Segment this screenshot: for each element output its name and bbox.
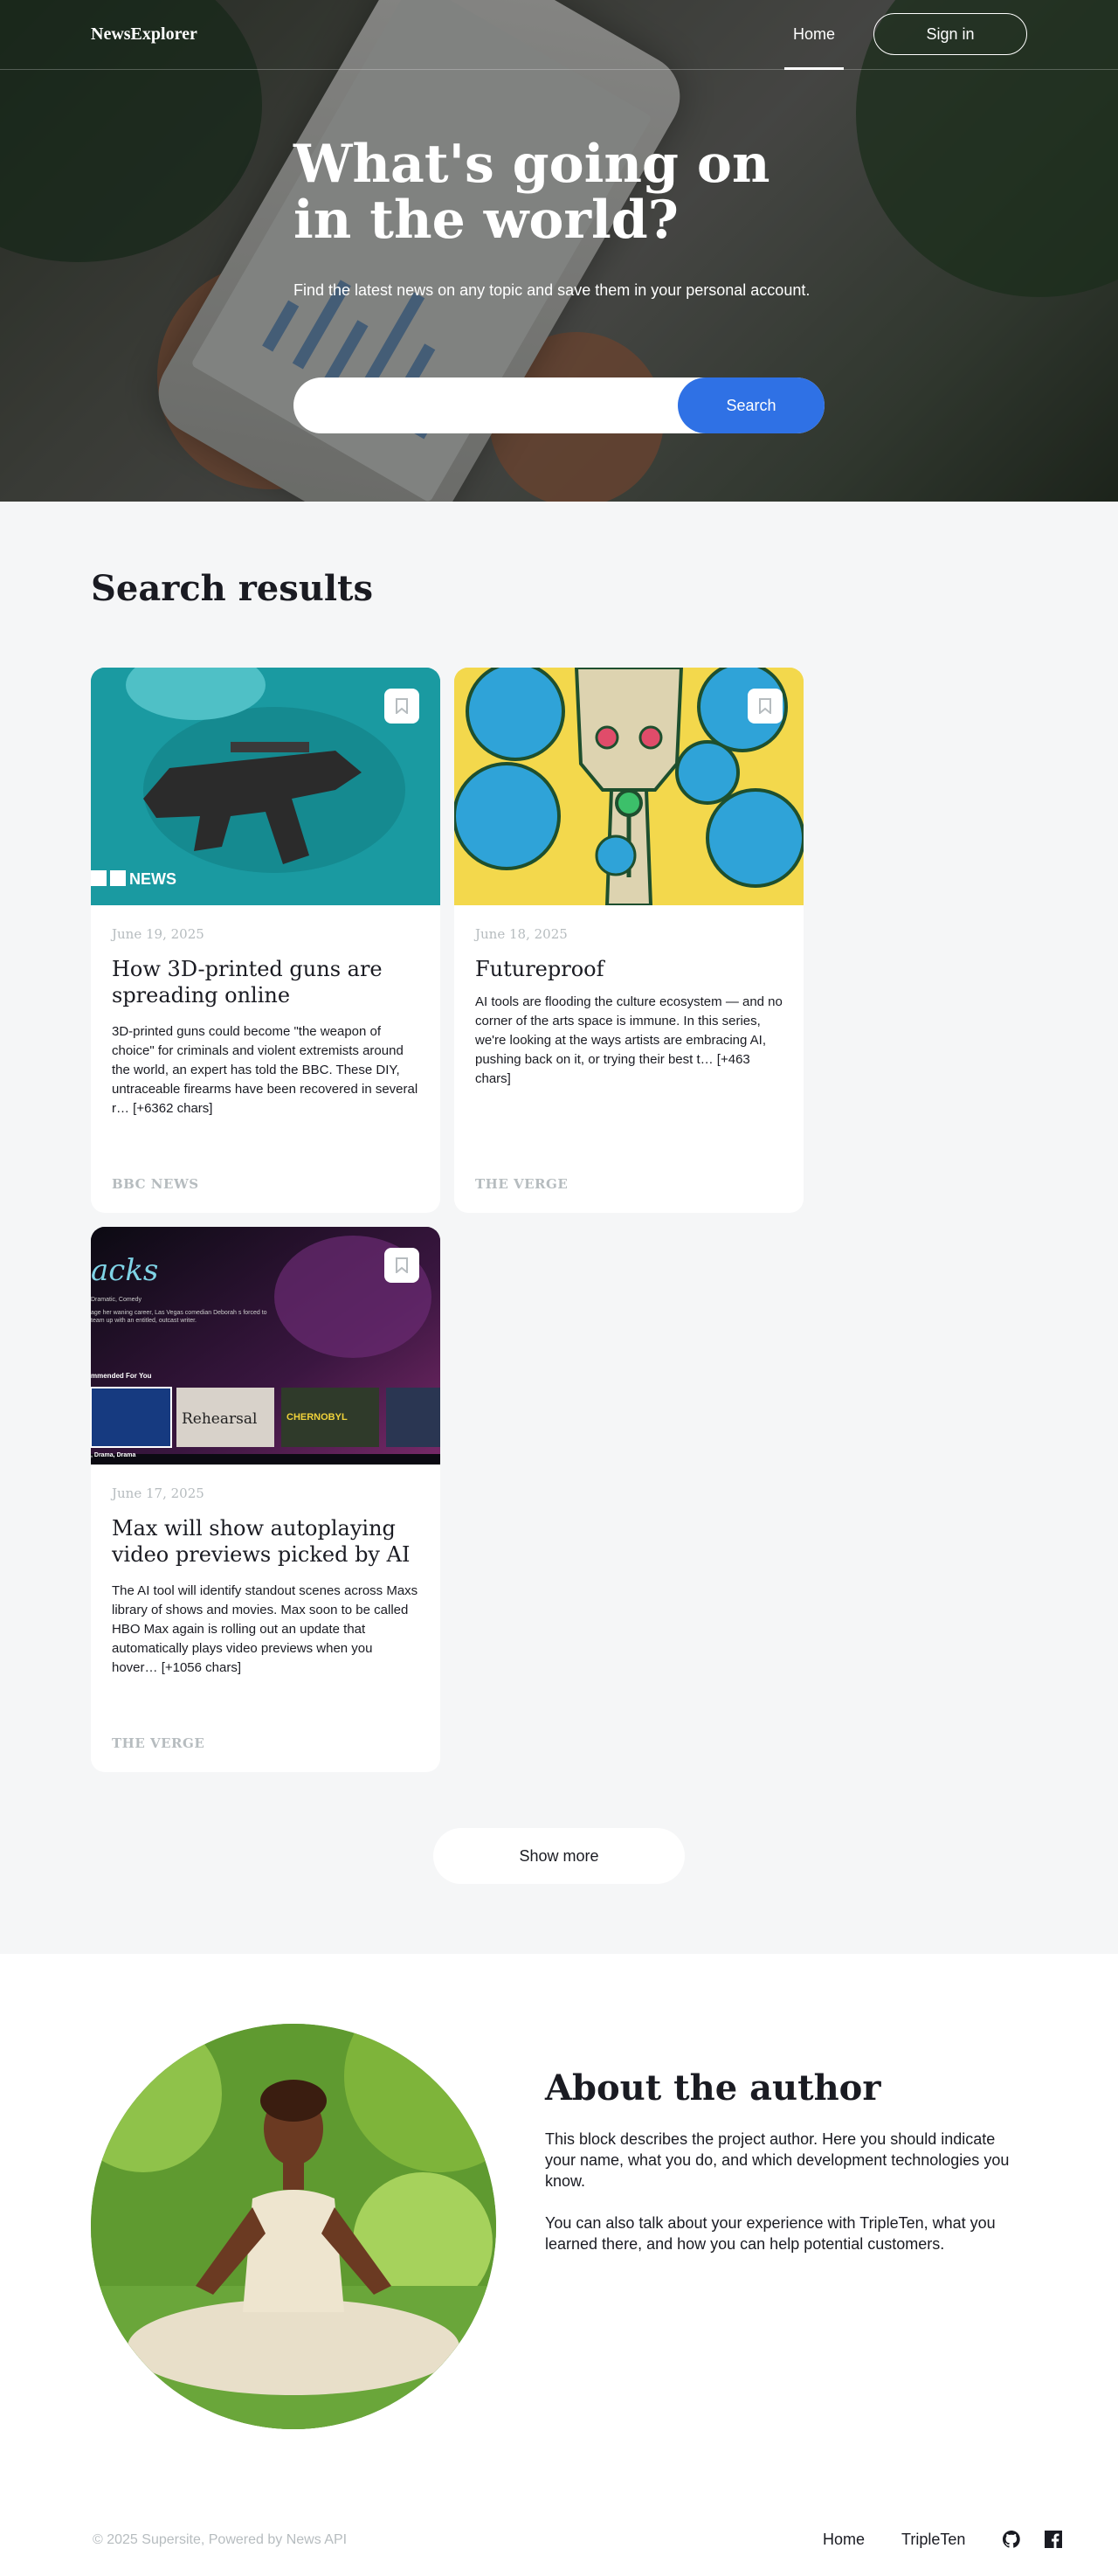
about-section: About the author This block describes th… <box>0 1954 1118 2461</box>
sign-in-button[interactable]: Sign in <box>873 13 1027 55</box>
news-card[interactable]: June 18, 2025 Futureproof AI tools are f… <box>454 668 804 1213</box>
github-icon[interactable] <box>1001 2529 1022 2550</box>
row-label: mmended For You <box>91 1372 152 1380</box>
card-title[interactable]: Futureproof <box>475 956 783 982</box>
footer-link-tripleten[interactable]: TripleTen <box>901 2531 965 2549</box>
bookmark-button[interactable] <box>748 689 783 724</box>
card-date: June 19, 2025 <box>112 926 204 942</box>
search-results-section: Search results NEWS June 19, 2025 How 3D… <box>0 502 1118 1954</box>
card-image: NEWS <box>91 668 440 905</box>
bookmark-button[interactable] <box>384 1248 419 1283</box>
show-genre: Dramatic, Comedy <box>91 1297 141 1303</box>
hero-section: NewsExplorer Home Sign in What's going o… <box>0 0 1118 502</box>
tile-title-chernobyl: CHERNOBYL <box>286 1412 348 1423</box>
news-card[interactable]: acks Dramatic, Comedy age her waning car… <box>91 1227 440 1772</box>
image-footer-text: , Drama, Drama <box>91 1452 136 1458</box>
card-title[interactable]: Max will show autoplaying video previews… <box>112 1515 419 1568</box>
card-source: The Verge <box>112 1735 205 1751</box>
bookmark-button[interactable] <box>384 689 419 724</box>
about-paragraph: This block describes the project author.… <box>545 2130 1010 2190</box>
card-date: June 17, 2025 <box>112 1485 204 1501</box>
card-text: 3D-printed guns could become "the weapon… <box>112 1024 418 1116</box>
hero-title: What's going on in the world? <box>293 134 770 251</box>
site-footer: © 2025 Supersite, Powered by News API Ho… <box>0 2461 1118 2576</box>
site-logo[interactable]: NewsExplorer <box>91 24 197 45</box>
hero-subtitle: Find the latest news on any topic and sa… <box>293 281 811 299</box>
card-image <box>454 668 804 905</box>
card-source: BBC News <box>112 1176 199 1192</box>
nav-home-link[interactable]: Home <box>784 0 844 70</box>
tile-title-rehearsal: Rehearsal <box>182 1410 258 1428</box>
search-input[interactable] <box>314 377 681 433</box>
bookmark-icon <box>396 698 408 714</box>
about-title: About the author <box>545 2067 881 2109</box>
bookmark-icon <box>759 698 771 714</box>
card-image: acks Dramatic, Comedy age her waning car… <box>91 1227 440 1465</box>
card-text: The AI tool will identify standout scene… <box>112 1583 418 1675</box>
card-source: The Verge <box>475 1176 569 1192</box>
show-desc: age her waning career, Las Vegas comedia… <box>91 1310 267 1324</box>
news-card[interactable]: NEWS June 19, 2025 How 3D-printed guns a… <box>91 668 440 1213</box>
github-icon-svg <box>1003 2531 1020 2548</box>
facebook-icon[interactable] <box>1043 2529 1064 2550</box>
bbc-news-label: NEWS <box>129 870 176 888</box>
footer-link-home[interactable]: Home <box>823 2531 865 2549</box>
card-title[interactable]: How 3D-printed guns are spreading online <box>112 956 419 1008</box>
bookmark-icon <box>396 1257 408 1273</box>
show-title: acks <box>91 1253 159 1288</box>
site-header: NewsExplorer Home Sign in <box>0 0 1118 70</box>
facebook-icon-svg <box>1045 2531 1062 2548</box>
search-form: Search <box>293 377 825 433</box>
card-text: AI tools are flooding the culture ecosys… <box>475 994 783 1086</box>
copyright-text: © 2025 Supersite, Powered by News API <box>93 2532 348 2547</box>
author-avatar <box>91 2024 496 2429</box>
show-more-button[interactable]: Show more <box>433 1828 685 1884</box>
search-button[interactable]: Search <box>678 377 825 433</box>
card-date: June 18, 2025 <box>475 926 568 942</box>
about-paragraph: You can also talk about your experience … <box>545 2214 996 2253</box>
author-photo-illustration <box>91 2024 496 2429</box>
results-title: Search results <box>91 568 374 609</box>
